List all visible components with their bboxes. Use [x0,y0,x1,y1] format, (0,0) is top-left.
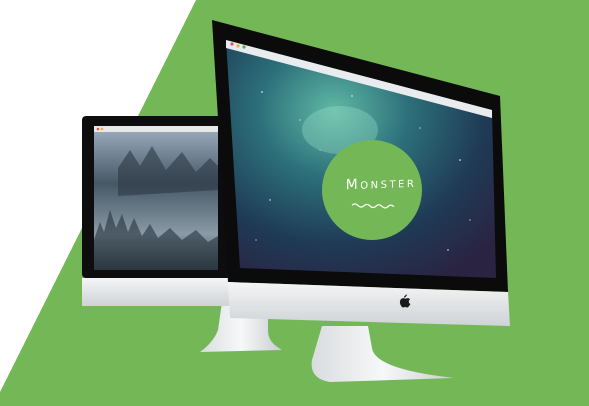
scene [0,0,589,406]
small-monitor-chin [82,278,234,306]
small-monitor-browser-bar [94,126,218,132]
